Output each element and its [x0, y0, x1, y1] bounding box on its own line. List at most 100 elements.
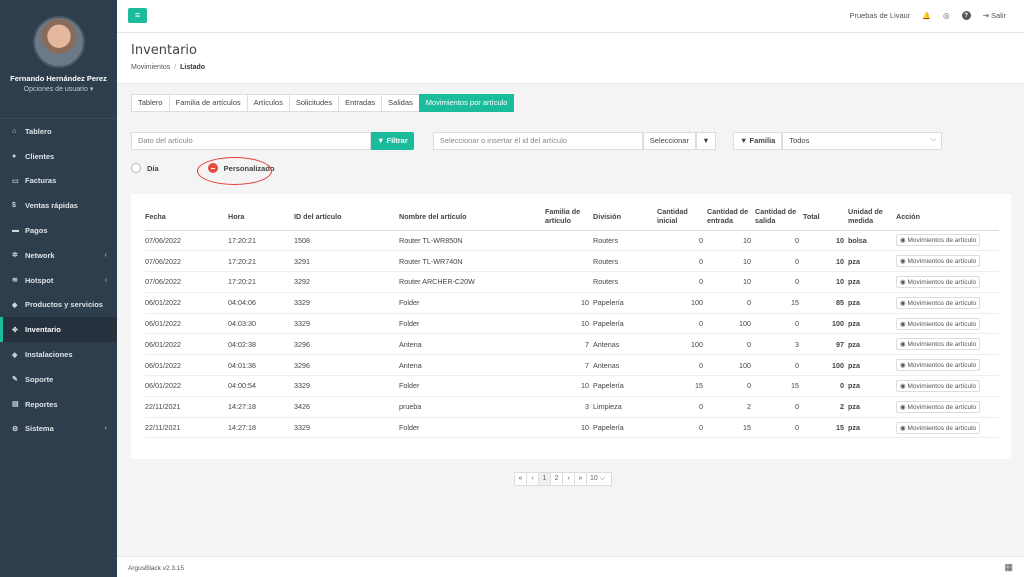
tab-5[interactable]: Salidas: [381, 94, 419, 112]
help-icon[interactable]: ?: [961, 11, 971, 20]
sidebar-item-instalaciones[interactable]: ◈ Instalaciones: [0, 342, 117, 367]
table-cell: Routers: [593, 230, 657, 252]
sidebar-item-ventas-rápidas[interactable]: $ Ventas rápidas: [0, 193, 117, 218]
sidebar-item-network[interactable]: ✲ Network ‹: [0, 243, 117, 268]
sidebar-item-sistema[interactable]: ⚙ Sistema ‹: [0, 417, 117, 442]
table-cell: 17:20:21: [228, 230, 294, 252]
column-header[interactable]: Unidad de medida: [848, 203, 896, 231]
page-header: Inventario Movimientos / Listado: [117, 33, 1024, 84]
table-cell: 14:27:18: [228, 417, 294, 439]
table-cell: 06/01/2022: [145, 354, 228, 377]
column-header[interactable]: Hora: [228, 203, 294, 231]
table-cell: 0: [707, 292, 755, 314]
globe-icon[interactable]: ◎: [943, 11, 950, 20]
table-cell: 06/01/2022: [145, 375, 228, 397]
table-cell: 07/06/2022: [145, 271, 228, 293]
movimientos-button[interactable]: ◉ Movimientos de artículo: [896, 338, 981, 351]
movimientos-button[interactable]: ◉ Movimientos de artículo: [896, 379, 981, 392]
column-header[interactable]: Cantidad de salida: [755, 203, 803, 231]
page-2[interactable]: 2: [550, 472, 562, 486]
eye-icon: ◉: [900, 278, 906, 286]
column-header[interactable]: Cantidad inicial: [657, 203, 707, 231]
company-name[interactable]: Pruebas de Livaur: [849, 11, 910, 20]
page-next[interactable]: ›: [562, 472, 574, 486]
chevron-left-icon: ‹: [104, 425, 107, 433]
column-header[interactable]: Nombre del artículo: [399, 203, 545, 231]
sidebar-item-productos-y-servicios[interactable]: ◆ Productos y servicios: [0, 293, 117, 318]
breadcrumb-listado: Listado: [180, 64, 206, 71]
sidebar-item-soporte[interactable]: ✎ Soporte: [0, 367, 117, 392]
user-options-dropdown[interactable]: Opciones de usuario ▾: [0, 85, 117, 93]
table-cell: pza: [848, 313, 896, 335]
breadcrumb-separator: /: [174, 64, 177, 71]
tab-0[interactable]: Tablero: [131, 94, 169, 112]
table-cell: 22/11/2021: [145, 396, 228, 418]
movimientos-button[interactable]: ◉ Movimientos de artículo: [896, 359, 981, 372]
movimientos-button[interactable]: ◉ Movimientos de artículo: [896, 421, 981, 434]
column-header[interactable]: Acción: [896, 203, 999, 231]
movimientos-button[interactable]: ◉ Movimientos de artículo: [896, 275, 981, 288]
table-cell-action: ◉ Movimientos de artículo: [896, 292, 999, 314]
page-prev[interactable]: ‹: [526, 472, 538, 486]
eye-icon: ◉: [900, 258, 906, 266]
grid-icon[interactable]: ▦: [1004, 562, 1013, 573]
column-header[interactable]: Total: [803, 203, 848, 231]
table-cell: 3: [755, 333, 803, 356]
table-cell: 3329: [294, 417, 399, 439]
page-size-select[interactable]: 10 ⌵: [586, 472, 612, 486]
menu-toggle-button[interactable]: ≡: [128, 8, 147, 23]
movimientos-button[interactable]: ◉ Movimientos de artículo: [896, 317, 981, 330]
tag-icon: ◆: [12, 301, 18, 309]
sidebar-item-inventario[interactable]: ✤ Inventario: [0, 317, 117, 343]
table-cell: Papelería: [593, 417, 657, 439]
tab-4[interactable]: Entradas: [338, 94, 382, 112]
sidebar-item-pagos[interactable]: ▬ Pagos: [0, 218, 117, 243]
filter-button[interactable]: ▼ Filtrar: [371, 132, 414, 150]
logout-button[interactable]: ⇥ Salir: [983, 11, 1006, 20]
tablero-icon: ⌂: [12, 127, 17, 135]
movimientos-button[interactable]: ◉ Movimientos de artículo: [896, 255, 981, 268]
column-header[interactable]: División: [593, 203, 657, 231]
page-last[interactable]: »: [574, 472, 586, 486]
select-button[interactable]: Seleccionar: [642, 132, 696, 150]
column-header[interactable]: Fecha: [145, 203, 228, 231]
column-header[interactable]: ID del artículo: [294, 203, 399, 231]
bell-icon[interactable]: 🔔: [922, 12, 931, 20]
radio-dia[interactable]: [131, 163, 141, 173]
sidebar-item-clientes[interactable]: ● Clientes: [0, 144, 117, 169]
table-cell: Antenas: [593, 354, 657, 377]
column-header[interactable]: Familia de artículo: [545, 203, 593, 231]
tab-3[interactable]: Solicitudes: [288, 94, 339, 112]
table-cell: 06/01/2022: [145, 292, 228, 314]
table-cell: 15: [755, 292, 803, 314]
movimientos-button[interactable]: ◉ Movimientos de artículo: [896, 296, 981, 309]
sidebar-item-facturas[interactable]: ▭ Facturas: [0, 169, 117, 194]
table-header-row: Fecha Hora ID del artículo Nombre del artíc…: [145, 203, 999, 231]
funnel-icon[interactable]: ▼: [695, 132, 716, 150]
inventory-tabs: Tablero Familia de artículos Artículos Soli…: [131, 94, 515, 112]
page-1[interactable]: 1: [538, 472, 550, 486]
familia-select[interactable]: Todos ⌵: [782, 132, 943, 150]
table-cell: 0: [657, 250, 707, 273]
sidebar-item-tablero[interactable]: ⌂ Tablero: [0, 119, 117, 144]
table-cell: pza: [848, 271, 896, 293]
tab-1[interactable]: Familia de artículos: [168, 94, 247, 112]
tab-6[interactable]: Movimientos por artículo: [418, 94, 515, 112]
article-id-input[interactable]: Seleccionar o insertar él id del artícul…: [432, 132, 643, 150]
sidebar-item-hotspot[interactable]: ≋ Hotspot ‹: [0, 268, 117, 293]
table-cell: 15: [803, 417, 848, 439]
sidebar-item-reportes[interactable]: ▤ Reportes: [0, 392, 117, 417]
page-first[interactable]: «: [514, 472, 526, 486]
article-search-input[interactable]: Dato del artículo: [131, 132, 371, 150]
movimientos-button[interactable]: ◉ Movimientos de artículo: [896, 400, 981, 413]
breadcrumb-movimientos[interactable]: Movimientos: [131, 64, 170, 71]
table-cell: Papelería: [593, 292, 657, 314]
eye-icon: ◉: [900, 299, 906, 307]
column-header[interactable]: Cantidad de entrada: [707, 203, 755, 231]
pagination: « ‹ 1 2 › » 10 ⌵: [514, 472, 612, 486]
table-cell: 04:02:38: [228, 333, 294, 356]
tab-2[interactable]: Artículos: [246, 94, 289, 112]
table-cell: 10: [707, 250, 755, 273]
movimientos-button[interactable]: ◉ Movimientos de artículo: [896, 234, 981, 247]
avatar[interactable]: [32, 16, 85, 68]
